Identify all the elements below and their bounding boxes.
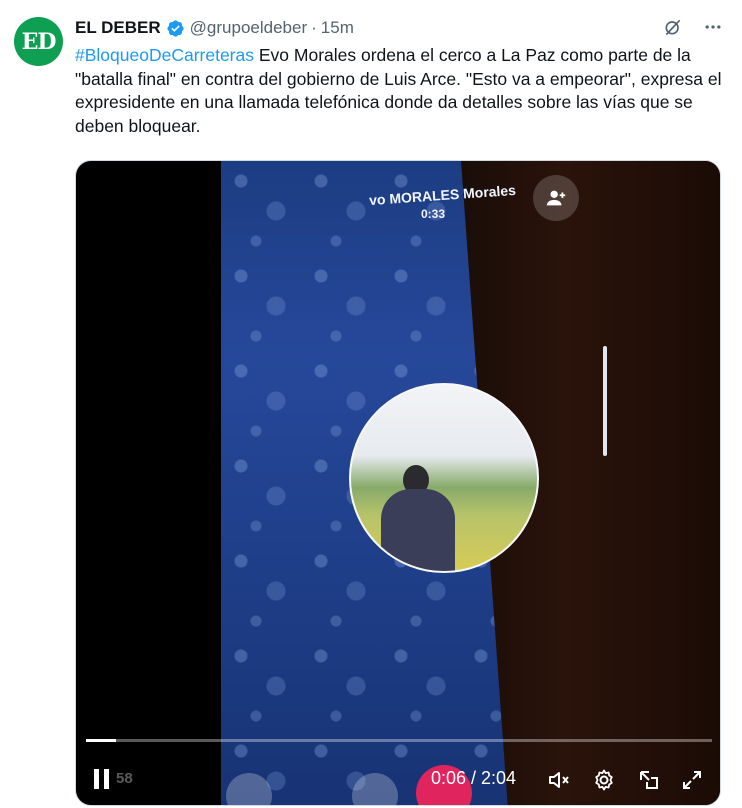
mute-icon[interactable]	[546, 767, 572, 793]
verified-badge-icon[interactable]	[166, 19, 185, 38]
hashtag-link[interactable]: #BloqueoDeCarreteras	[75, 45, 254, 65]
tweet-text: #BloqueoDeCarreteras Evo Morales ordena …	[75, 44, 727, 138]
pause-icon[interactable]	[94, 769, 114, 791]
separator-dot: ·	[311, 18, 317, 37]
author-handle[interactable]: @grupoeldeber	[190, 18, 307, 38]
add-person-icon	[533, 175, 579, 221]
tweet-header: EL DEBER @grupoeldeber · 15m	[75, 16, 730, 40]
timecode: 0:06 / 2:04	[431, 768, 517, 788]
fullscreen-icon[interactable]	[679, 767, 705, 793]
progress-bar[interactable]	[86, 739, 712, 742]
caller-video-bubble	[349, 383, 539, 573]
call-timer: 0:33	[421, 207, 446, 221]
video-player[interactable]: vo MORALES Morales 0:33 58 0:06 / 2:04	[75, 160, 721, 806]
tweet-time[interactable]: 15m	[321, 18, 354, 38]
settings-icon[interactable]	[591, 767, 617, 793]
avatar[interactable]: ED	[14, 17, 63, 66]
faded-overlay-text: 58	[116, 770, 133, 787]
progress-fill	[86, 739, 117, 742]
phone-edge	[603, 346, 607, 456]
video-controls: 58 0:06 / 2:04	[76, 759, 720, 799]
grok-icon[interactable]	[662, 16, 684, 38]
author-name[interactable]: EL DEBER	[75, 18, 161, 38]
video-frame: vo MORALES Morales 0:33	[221, 161, 720, 805]
picture-in-picture-icon[interactable]	[636, 767, 662, 793]
person-figure	[373, 465, 463, 571]
more-icon[interactable]	[702, 16, 724, 38]
